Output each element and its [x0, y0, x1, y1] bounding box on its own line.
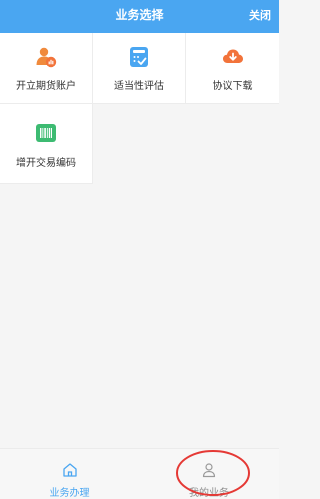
- tab-label: 业务办理: [49, 488, 90, 499]
- tile-label: 开立期货账户: [16, 81, 76, 92]
- close-button[interactable]: 关闭: [249, 0, 271, 33]
- person-chart-icon: [36, 47, 57, 68]
- user-icon: [202, 463, 216, 478]
- tile-label: 增开交易编码: [16, 158, 76, 169]
- cloud-download-icon: [222, 49, 243, 63]
- tile-suitability-assessment[interactable]: 适当性评估: [93, 33, 186, 104]
- tab-business-handling[interactable]: 业务办理: [0, 449, 139, 499]
- page-title: 业务选择: [115, 8, 164, 22]
- header-bar: 业务选择 关闭: [0, 0, 279, 33]
- tab-label: 我的业务: [189, 488, 229, 499]
- tile-agreement-download[interactable]: 协议下载: [186, 33, 279, 104]
- tab-my-business[interactable]: 我的业务: [139, 449, 279, 499]
- bottom-tab-bar: 业务办理 我的业务: [0, 448, 279, 499]
- tile-label: 协议下载: [212, 81, 253, 92]
- tile-label: 适当性评估: [114, 81, 164, 92]
- tile-add-trading-code[interactable]: 增开交易编码: [0, 104, 93, 184]
- home-icon: [62, 463, 77, 477]
- calculator-check-icon: [130, 47, 148, 67]
- tile-open-futures-account[interactable]: 开立期货账户: [0, 33, 93, 104]
- barcode-icon: [36, 124, 56, 142]
